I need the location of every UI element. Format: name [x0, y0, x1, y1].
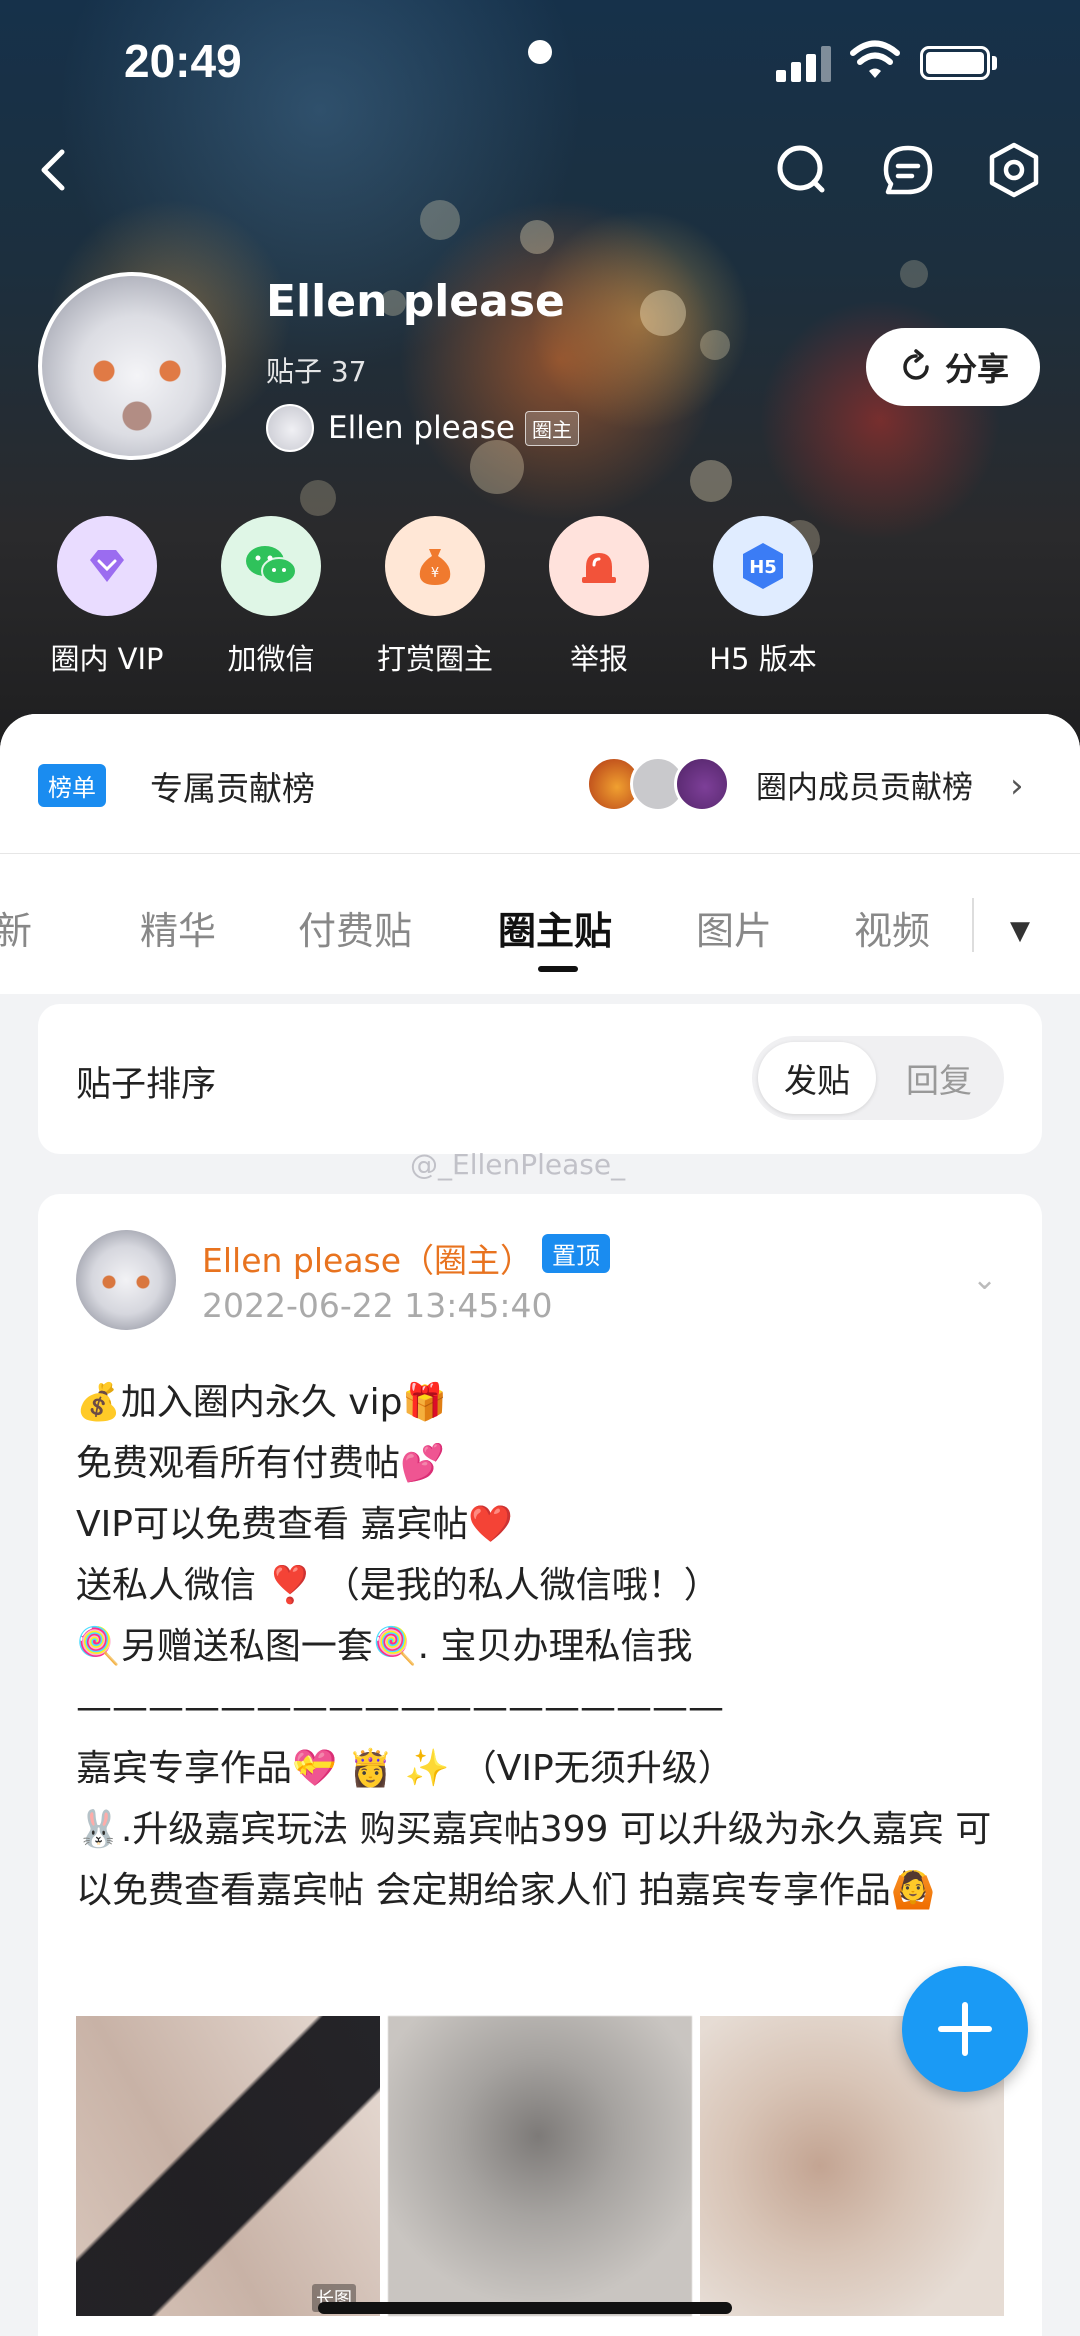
post-line: 嘉宾专享作品💝 👸 ✨ （VIP无须升级）: [76, 1748, 734, 1789]
action-tip[interactable]: ¥ 打赏圈主: [370, 516, 500, 678]
action-h5[interactable]: H5 H5 版本: [698, 516, 828, 678]
money-bag-icon: ¥: [385, 516, 485, 616]
owner-name: Ellen please: [328, 410, 515, 446]
post-images: 长图: [76, 2016, 1004, 2316]
alarm-icon: [549, 516, 649, 616]
sort-card: 贴子排序 发贴 回复: [38, 1004, 1042, 1154]
action-vip[interactable]: 圈内 VIP: [42, 516, 172, 678]
create-post-button[interactable]: [902, 1966, 1028, 2092]
post-body: 💰加入圈内永久 vip🎁 免费观看所有付费帖💕 VIP可以免费查看 嘉宾帖❤️ …: [76, 1372, 1016, 1921]
post-time: 2022-06-22 13:45:40: [202, 1286, 553, 1325]
sort-toggle: 发贴 回复: [752, 1036, 1004, 1120]
tab-divider: [972, 898, 974, 952]
action-wechat[interactable]: 加微信: [206, 516, 336, 678]
heart-dropdown-icon[interactable]: ▼: [1010, 916, 1030, 946]
tab-images[interactable]: 图片: [696, 900, 772, 955]
action-row: 圈内 VIP 加微信 ¥ 打赏圈主 举报 H5 H5 版本: [0, 516, 1080, 686]
circle-name: Ellen please: [266, 276, 565, 327]
tab-new[interactable]: 新: [0, 900, 32, 955]
watermark: @_EllenPlease_: [410, 1148, 626, 1181]
chevron-right-icon: ›: [1010, 766, 1024, 806]
tab-owner-posts[interactable]: 圈主贴: [498, 900, 612, 955]
action-label: 加微信: [227, 642, 315, 676]
post-line: 送私人微信 ❣️ （是我的私人微信哦！）: [76, 1565, 720, 1606]
post-line: 💰加入圈内永久 vip🎁: [76, 1382, 448, 1423]
pinned-post-card[interactable]: Ellen please（圈主） 置顶 2022-06-22 13:45:40 …: [38, 1194, 1042, 2336]
owner-badge: 圈主: [524, 410, 579, 446]
camera-indicator-icon: [528, 40, 552, 64]
active-tab-indicator: [538, 966, 578, 972]
share-button[interactable]: 分享: [866, 328, 1040, 406]
post-line: ——————————————————: [76, 1687, 724, 1728]
owner-row[interactable]: Ellen please 圈主: [266, 404, 579, 452]
member-ranking-link: 圈内成员贡献榜: [756, 770, 973, 806]
tab-featured[interactable]: 精华: [140, 900, 216, 955]
pinned-badge: 置顶: [542, 1234, 610, 1273]
sort-by-post[interactable]: 发贴: [758, 1042, 876, 1114]
message-icon[interactable]: [878, 140, 938, 200]
ranking-tag: 榜单: [38, 764, 106, 807]
action-report[interactable]: 举报: [534, 516, 664, 678]
action-label: 举报: [569, 642, 628, 676]
tab-paid[interactable]: 付费贴: [298, 900, 412, 955]
tab-videos[interactable]: 视频: [854, 900, 930, 955]
post-line: 🐰.升级嘉宾玩法 购买嘉宾帖399 可以升级为永久嘉宾 可以免费查看嘉宾帖 会定…: [76, 1809, 992, 1911]
wifi-icon: [850, 40, 900, 80]
content-sheet: 榜单 专属贡献榜 圈内成员贡献榜 › 新 精华 付费贴 圈主贴 图片 视频 ▼ …: [0, 714, 1080, 2336]
settings-icon[interactable]: [984, 140, 1044, 200]
battery-icon: [920, 46, 990, 80]
share-icon: [903, 349, 929, 380]
post-author-avatar[interactable]: [76, 1230, 176, 1330]
contribution-ranking-bar[interactable]: 榜单 专属贡献榜 圈内成员贡献榜 ›: [0, 714, 1080, 854]
owner-avatar: [266, 404, 314, 452]
action-label: 圈内 VIP: [50, 642, 164, 676]
post-image[interactable]: 长图: [76, 2016, 380, 2316]
action-label: H5 版本: [709, 642, 817, 676]
svg-text:H5: H5: [749, 557, 777, 578]
plus-icon: [938, 2002, 992, 2056]
post-count: 贴子 37: [266, 355, 367, 388]
post-image-blurred[interactable]: [388, 2016, 692, 2316]
signal-icon: [776, 44, 834, 82]
battery-tip: [992, 56, 997, 70]
sort-by-reply[interactable]: 回复: [880, 1042, 998, 1114]
status-time: 20:49: [124, 35, 242, 87]
ranking-avatars: [586, 754, 730, 814]
chevron-down-icon[interactable]: ⌄: [972, 1262, 997, 1297]
action-label: 打赏圈主: [376, 642, 493, 676]
svg-text:¥: ¥: [431, 566, 439, 581]
tab-bar: 新 精华 付费贴 圈主贴 图片 视频 ▼: [0, 854, 1080, 994]
diamond-icon: [57, 516, 157, 616]
search-icon[interactable]: [772, 140, 832, 200]
post-line: 🍭另赠送私图一套🍭. 宝贝办理私信我: [76, 1626, 693, 1667]
sort-label: 贴子排序: [76, 1065, 217, 1105]
eggplant-icon: [674, 756, 730, 812]
wechat-icon: [221, 516, 321, 616]
post-line: 免费观看所有付费帖💕: [76, 1443, 445, 1484]
back-arrow-icon[interactable]: [24, 140, 84, 200]
share-label: 分享: [944, 350, 1009, 388]
home-indicator[interactable]: [318, 2302, 732, 2314]
h5-icon: H5: [713, 516, 813, 616]
ranking-title: 专属贡献榜: [150, 769, 315, 808]
circle-avatar[interactable]: [38, 272, 226, 460]
post-line: VIP可以免费查看 嘉宾帖❤️: [76, 1504, 514, 1545]
post-author[interactable]: Ellen please（圈主）: [202, 1234, 533, 1282]
